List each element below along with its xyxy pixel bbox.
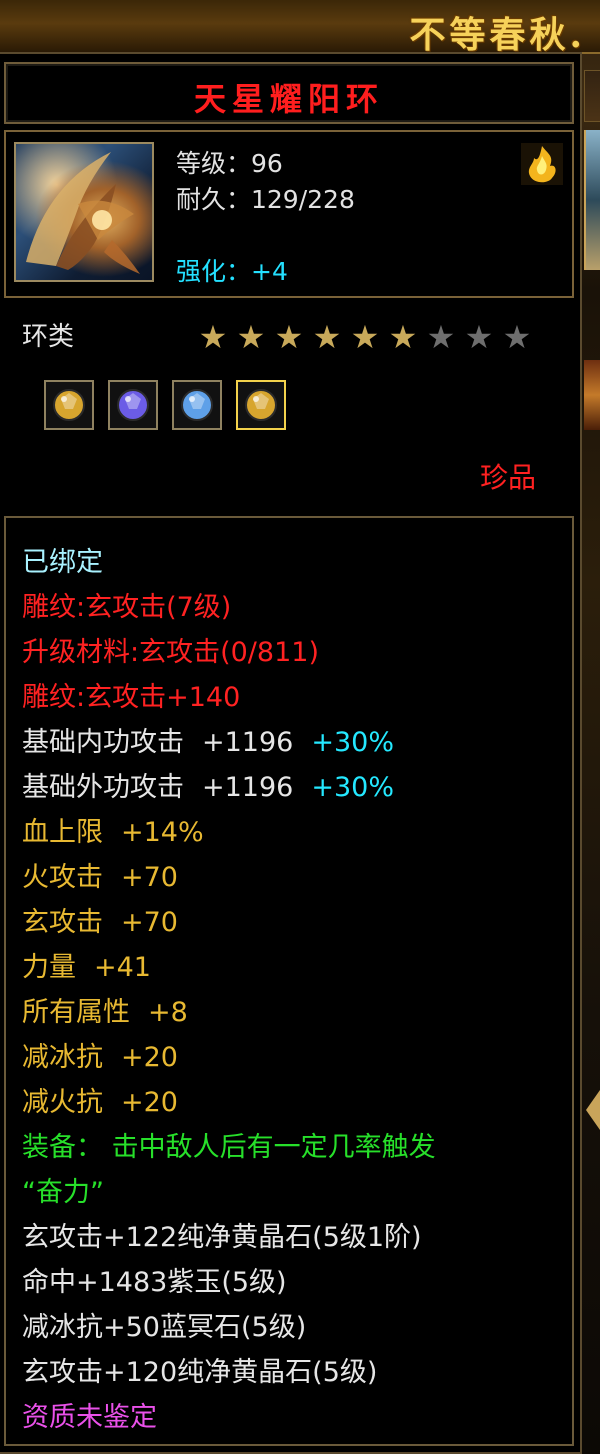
purple-jade-gem-icon[interactable] [108, 380, 158, 430]
gem-stat-3: 减冰抗+50蓝冥石(5级) [22, 1312, 307, 1343]
top-banner: 不等春秋. [0, 0, 600, 56]
banner-text: 不等春秋. [409, 14, 586, 56]
stat-all-attributes: 所有属性 +8 [22, 997, 188, 1028]
side-arrow-icon[interactable] [586, 1090, 600, 1130]
stat-ice-resist-reduction: 减冰抗 +20 [22, 1042, 178, 1073]
item-durability: 耐久：129/228 [176, 185, 355, 214]
equip-effect: 装备： 击中敌人后有一定几率触发 [22, 1132, 436, 1163]
item-level: 等级：96 [176, 149, 283, 178]
upgrade-material: 升级材料:玄攻击(0/811) [22, 637, 319, 668]
side-panel-badge [584, 360, 600, 430]
item-tooltip: 天星耀阳环 等级：96 耐久：129/228 强化：+4 环类 ★ ★ ★ ★ ★ ★ ★ ★… [0, 52, 582, 1454]
gem-stat-4: 玄攻击+120纯净黄晶石(5级) [22, 1357, 378, 1388]
star-filled-icon: ★ [274, 318, 304, 356]
stat-hp-max: 血上限 +14% [22, 817, 204, 848]
stat-base-inner-attack: 基础内功攻击 +1196 +30% [22, 727, 394, 758]
star-filled-icon: ★ [312, 318, 342, 356]
yellow-crystal-gem-icon[interactable] [236, 380, 286, 430]
engrave-level: 雕纹:玄攻击(7级) [22, 592, 232, 623]
quality-status: 资质未鉴定 [22, 1402, 157, 1433]
item-category: 环类 [22, 322, 75, 352]
gem-sockets [44, 380, 286, 430]
star-filled-icon: ★ [350, 318, 380, 356]
properties-panel: 已绑定 雕纹:玄攻击(7级) 升级材料:玄攻击(0/811) 雕纹:玄攻击+14… [4, 516, 574, 1446]
star-empty-icon: ★ [464, 318, 494, 356]
stat-strength: 力量 +41 [22, 952, 151, 983]
item-name: 天星耀阳环 [193, 80, 384, 118]
ring-item-icon [14, 142, 154, 282]
star-empty-icon: ★ [426, 318, 456, 356]
stat-xuan-attack: 玄攻击 +70 [22, 907, 178, 938]
equip-effect-name: “奋力” [22, 1177, 104, 1208]
yellow-crystal-gem-icon[interactable] [44, 380, 94, 430]
star-empty-icon: ★ [502, 318, 532, 356]
fire-gold-icon [520, 142, 564, 186]
stat-fire-attack: 火攻击 +70 [22, 862, 178, 893]
item-header: 等级：96 耐久：129/228 强化：+4 [4, 130, 574, 298]
engrave-bonus: 雕纹:玄攻击+140 [22, 682, 241, 713]
side-panel-edge [584, 70, 600, 122]
gem-stat-1: 玄攻击+122纯净黄晶石(5级1阶) [22, 1222, 422, 1253]
title-bar: 天星耀阳环 [4, 62, 574, 124]
item-rarity: 珍品 [479, 461, 536, 494]
star-filled-icon: ★ [388, 318, 418, 356]
gem-stat-2: 命中+1483紫玉(5级) [22, 1267, 287, 1298]
star-rating: ★ ★ ★ ★ ★ ★ ★ ★ ★ [196, 320, 534, 354]
star-filled-icon: ★ [236, 318, 266, 356]
blue-stone-gem-icon[interactable] [172, 380, 222, 430]
star-filled-icon: ★ [198, 318, 228, 356]
stat-fire-resist-reduction: 减火抗 +20 [22, 1087, 178, 1118]
item-enhance-level: 强化：+4 [176, 257, 288, 286]
bound-status: 已绑定 [22, 547, 103, 578]
stat-base-outer-attack: 基础外功攻击 +1196 +30% [22, 772, 394, 803]
side-panel-portrait [584, 130, 600, 270]
